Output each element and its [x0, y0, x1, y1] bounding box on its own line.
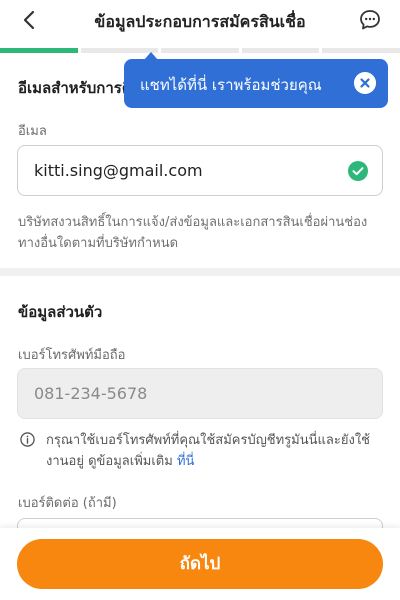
app-header: ข้อมูลประกอบการสมัครสินเชื่อ [0, 0, 400, 44]
mobile-value: 081-234-5678 [34, 384, 148, 403]
contact-field-label: เบอร์ติดต่อ (ถ้ามี) [18, 496, 117, 511]
email-field[interactable]: kitti.sing@gmail.com [17, 145, 383, 196]
chat-tooltip-text: แชทได้ที่นี่ เราพร้อมช่วยคุณ [140, 76, 322, 94]
more-info-link[interactable]: ที่นี่ [177, 454, 194, 469]
personal-section-title: ข้อมูลส่วนตัว [18, 303, 103, 321]
progress-step [322, 48, 400, 53]
chevron-left-icon[interactable] [18, 8, 42, 32]
mobile-field-label: เบอร์โทรศัพท์มือถือ [18, 348, 126, 363]
chat-bubble-icon[interactable] [358, 8, 382, 32]
section-divider [0, 268, 400, 276]
progress-step [161, 48, 239, 53]
next-button[interactable]: ถัดไป [17, 539, 383, 589]
progress-step [0, 48, 78, 53]
email-disclaimer: บริษัทสงวนสิทธิ์ในการแจ้ง/ส่งข้อมูลและเอ… [18, 215, 368, 251]
check-circle-icon [348, 161, 368, 181]
mobile-field: 081-234-5678 [17, 368, 383, 419]
step-progress-bar [0, 48, 400, 53]
info-icon [20, 432, 35, 447]
chat-tooltip[interactable]: แชทได้ที่นี่ เราพร้อมช่วยคุณ [124, 52, 388, 108]
close-icon[interactable] [354, 72, 376, 94]
page-title: ข้อมูลประกอบการสมัครสินเชื่อ [94, 12, 306, 31]
bottom-action-bar: ถัดไป [0, 528, 400, 600]
mobile-info-text: กรุณาใช้เบอร์โทรศัพท์ที่คุณใช้สมัครบัญชี… [46, 433, 370, 469]
email-field-label: อีเมล [18, 124, 47, 139]
progress-step [241, 48, 320, 53]
email-value: kitti.sing@gmail.com [34, 161, 203, 180]
